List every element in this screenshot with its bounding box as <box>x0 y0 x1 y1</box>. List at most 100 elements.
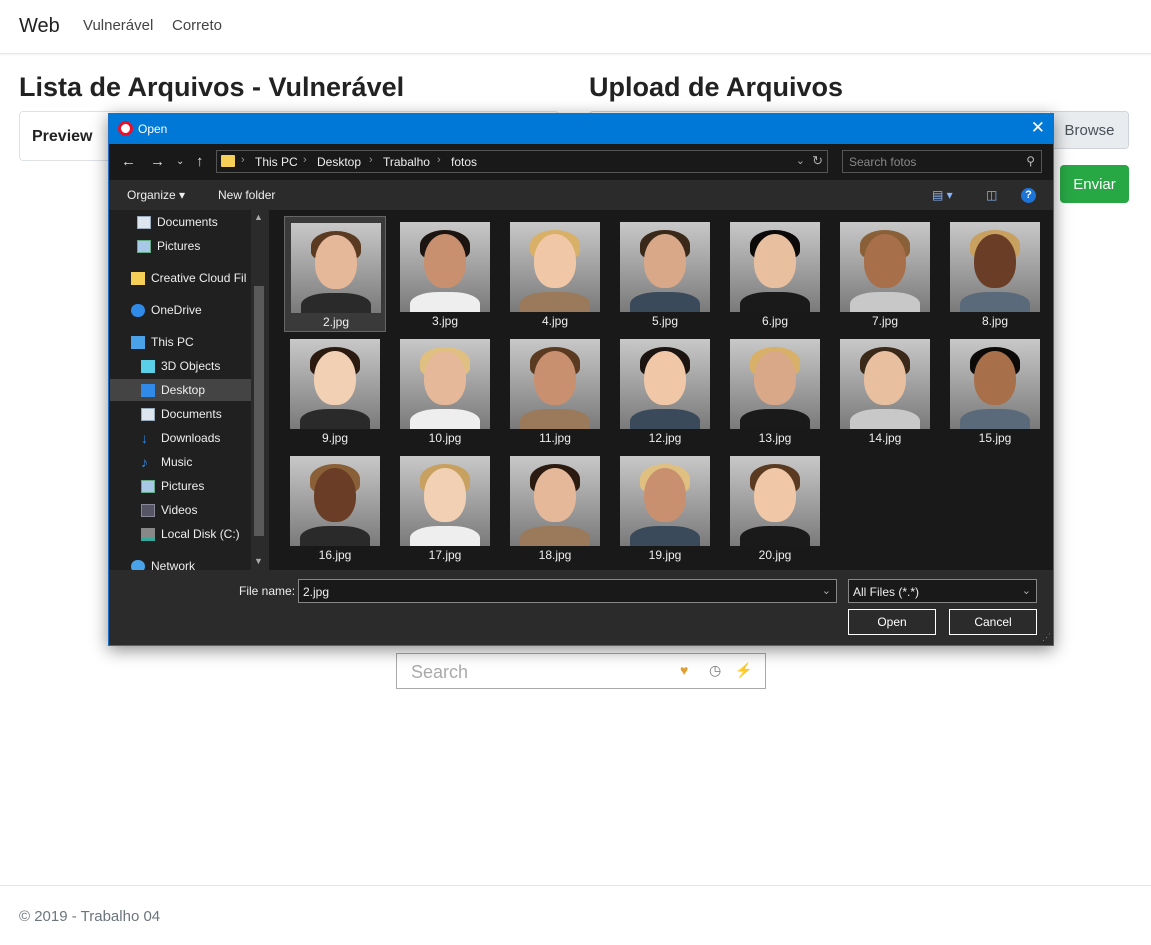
breadcrumb-trabalho[interactable]: Trabalho <box>383 155 430 169</box>
search-fotos-input[interactable]: Search fotos ⚲ <box>842 150 1042 173</box>
photo-face <box>315 235 357 289</box>
photo-face <box>974 234 1016 288</box>
file-name-input[interactable]: 2.jpg ⌄ <box>298 579 837 603</box>
nav-item-network[interactable]: Network <box>131 555 251 570</box>
resize-grip-icon[interactable]: ⋰ <box>1042 632 1051 643</box>
nav-item-label: This PC <box>151 335 194 349</box>
file-thumbnail[interactable]: 4.jpg <box>504 216 606 332</box>
breadcrumb-fotos[interactable]: fotos <box>451 155 477 169</box>
this-pc-icon <box>131 335 145 349</box>
organize-menu[interactable]: Organize ▾ <box>127 188 185 202</box>
forward-arrow-icon[interactable]: → <box>150 153 165 170</box>
file-thumbnail[interactable]: 19.jpg <box>614 450 716 566</box>
nav-scrollbar[interactable]: ▲ ▼ <box>251 210 267 570</box>
navigation-pane: Documents📌 Pictures📌 Creative Cloud Fil … <box>109 210 267 570</box>
file-thumbnail[interactable]: 13.jpg <box>724 333 826 449</box>
browse-button[interactable]: Browse <box>1050 112 1128 148</box>
file-thumbnail[interactable]: 12.jpg <box>614 333 716 449</box>
cancel-button[interactable]: Cancel <box>949 609 1037 635</box>
nav-item-label: 3D Objects <box>161 359 221 373</box>
nav-item-3d-objects[interactable]: 3D Objects <box>141 355 251 377</box>
brand-link[interactable]: Web <box>19 15 60 38</box>
history-icon[interactable]: ◷ <box>709 662 721 679</box>
breadcrumb-separator: › <box>303 154 307 166</box>
file-thumbnail[interactable]: 15.jpg <box>944 333 1046 449</box>
file-type-select[interactable]: All Files (*.*) ⌄ <box>848 579 1037 603</box>
search-bar[interactable]: Search ♥ ◷ ⚡ <box>396 653 766 689</box>
photo-image <box>510 339 600 429</box>
nav-item-music[interactable]: ♪ Music <box>141 451 251 473</box>
nav-item-onedrive[interactable]: OneDrive <box>131 299 251 321</box>
nav-item-documents-pinned[interactable]: Documents📌 <box>137 211 267 233</box>
nav-item-label: Creative Cloud Fil <box>151 271 247 285</box>
nav-item-pictures[interactable]: Pictures <box>141 475 251 497</box>
file-thumbnail[interactable]: 5.jpg <box>614 216 716 332</box>
address-bar[interactable]: › This PC › Desktop › Trabalho › fotos ⌄… <box>216 150 828 173</box>
file-thumbnail[interactable]: 7.jpg <box>834 216 936 332</box>
breadcrumb-this-pc[interactable]: This PC <box>255 155 298 169</box>
help-icon[interactable]: ? <box>1021 188 1036 203</box>
scrollbar-thumb[interactable] <box>254 286 264 536</box>
file-thumbnail[interactable]: 11.jpg <box>504 333 606 449</box>
new-folder-button[interactable]: New folder <box>218 188 275 202</box>
up-arrow-icon[interactable]: ↑ <box>196 153 204 170</box>
scroll-down-icon[interactable]: ▼ <box>254 556 263 566</box>
close-icon[interactable]: ✕ <box>1031 118 1045 138</box>
nav-item-pictures-pinned[interactable]: Pictures📌 <box>137 235 267 257</box>
file-name-label: 6.jpg <box>761 314 789 328</box>
open-button[interactable]: Open <box>848 609 936 635</box>
tab-preview[interactable]: Preview <box>32 128 92 146</box>
nav-link-correto[interactable]: Correto <box>172 17 222 34</box>
photo-face <box>534 234 576 288</box>
nav-item-creative-cloud[interactable]: Creative Cloud Fil <box>131 267 251 289</box>
nav-item-local-disk[interactable]: Local Disk (C:) <box>141 523 251 545</box>
file-thumbnail[interactable]: 16.jpg <box>284 450 386 566</box>
photo-body <box>740 409 810 429</box>
file-thumbnail[interactable]: 14.jpg <box>834 333 936 449</box>
file-thumbnail[interactable]: 20.jpg <box>724 450 826 566</box>
file-thumbnail[interactable]: 9.jpg <box>284 333 386 449</box>
back-arrow-icon[interactable]: ← <box>121 153 136 170</box>
photo-face <box>424 234 466 288</box>
preview-pane-icon[interactable]: ◫ <box>986 188 997 202</box>
file-thumbnail[interactable]: 3.jpg <box>394 216 496 332</box>
file-name-label: 8.jpg <box>981 314 1009 328</box>
breadcrumb-desktop[interactable]: Desktop <box>317 155 361 169</box>
nav-link-vulneravel[interactable]: Vulnerável <box>83 17 153 34</box>
refresh-icon[interactable]: ↻ <box>812 153 823 169</box>
file-thumbnail[interactable]: 6.jpg <box>724 216 826 332</box>
chevron-down-icon[interactable]: ⌄ <box>1022 584 1031 597</box>
nav-item-videos[interactable]: Videos <box>141 499 251 521</box>
lightning-icon[interactable]: ⚡ <box>735 662 752 679</box>
photo-image <box>400 222 490 312</box>
recent-chevron-icon[interactable]: ⌄ <box>176 156 184 167</box>
file-thumbnail[interactable]: 8.jpg <box>944 216 1046 332</box>
enviar-button[interactable]: Enviar <box>1060 165 1129 203</box>
change-view-icon[interactable]: ▤ ▾ <box>932 188 953 202</box>
nav-item-documents[interactable]: Documents <box>141 403 251 425</box>
photo-body <box>630 292 700 312</box>
address-dropdown-icon[interactable]: ⌄ <box>796 154 805 167</box>
file-thumbnail[interactable]: 10.jpg <box>394 333 496 449</box>
file-name-label: 12.jpg <box>648 431 682 445</box>
scroll-up-icon[interactable]: ▲ <box>254 212 263 222</box>
photo-body <box>410 409 480 429</box>
file-name-label: 2.jpg <box>322 315 350 329</box>
file-name-label: File name: <box>239 584 296 598</box>
photo-face <box>754 468 796 522</box>
nav-item-this-pc[interactable]: This PC <box>131 331 251 353</box>
photo-image <box>510 456 600 546</box>
nav-item-downloads[interactable]: ↓ Downloads <box>141 427 251 449</box>
search-icon: ⚲ <box>1026 154 1035 168</box>
dialog-titlebar[interactable]: Open ✕ <box>109 114 1053 144</box>
file-thumbnail[interactable]: 18.jpg <box>504 450 606 566</box>
chevron-down-icon[interactable]: ⌄ <box>822 584 831 597</box>
folder-heart-icon[interactable]: ♥ <box>680 662 688 678</box>
nav-item-label: Videos <box>161 503 198 517</box>
nav-item-desktop[interactable]: Desktop <box>110 379 251 401</box>
file-thumbnail[interactable]: 17.jpg <box>394 450 496 566</box>
file-thumbnail[interactable]: 2.jpg <box>284 216 386 332</box>
upload-heading: Upload de Arquivos <box>589 72 844 102</box>
photo-face <box>534 351 576 405</box>
file-name-label: 13.jpg <box>758 431 792 445</box>
